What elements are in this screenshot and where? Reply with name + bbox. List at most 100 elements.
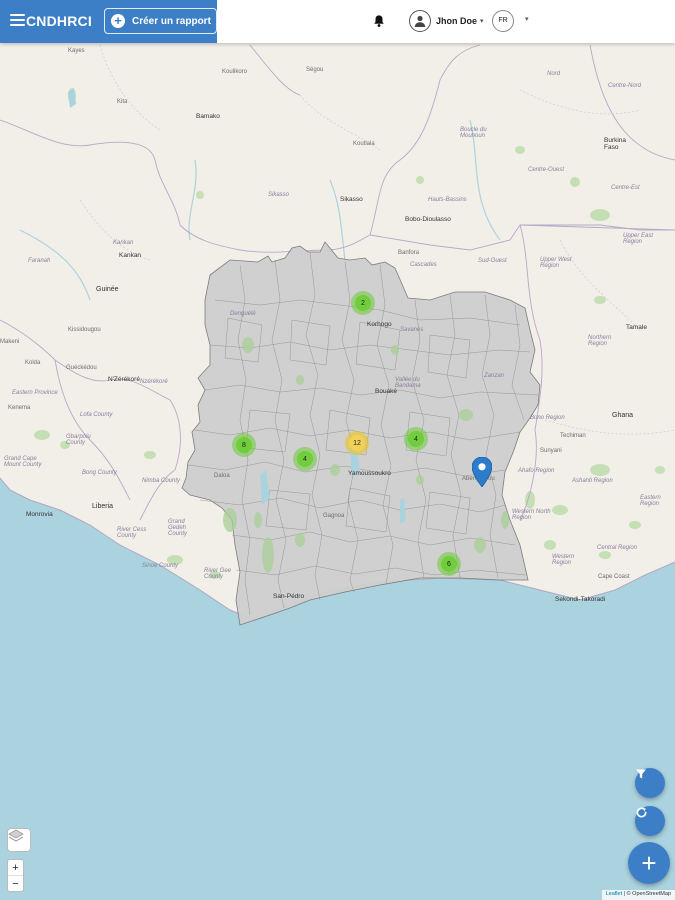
map-label: Kenema [8, 405, 31, 411]
top-bar: CNDHRCI + Créer un rapport Jhon Doe ▾ FR… [0, 0, 675, 43]
map-label: Sikasso [340, 196, 363, 203]
map-label: Centre-Nord [608, 83, 642, 89]
map-label: Kayes [68, 48, 85, 54]
cluster-east[interactable]: 4 [404, 427, 428, 451]
brand-name[interactable]: CNDHRCI [26, 13, 92, 29]
cluster-count: 6 [441, 556, 457, 572]
map-label: Bamako [196, 113, 220, 120]
map-label: Gbarpolu County [66, 434, 91, 446]
create-report-button[interactable]: + Créer un rapport [104, 8, 217, 34]
chevron-down-icon[interactable]: ▾ [525, 15, 529, 23]
map-label: Bono Region [530, 415, 565, 421]
cluster-korhogo[interactable]: 2 [351, 291, 375, 315]
zoom-out-button[interactable]: − [8, 876, 23, 892]
map-label: Zanzan [484, 373, 505, 379]
map-label: Liberia [92, 503, 114, 510]
map-label: Bong County [82, 470, 117, 476]
map-label: Upper East Region [623, 233, 654, 245]
map-label: Hauts-Bassins [428, 197, 467, 203]
user-name: Jhon Doe [436, 16, 478, 26]
map-label: San-Pédro [273, 593, 305, 600]
map-label: Koulikoro [222, 69, 248, 75]
map-label: Makeni [0, 339, 20, 345]
map-label: Faranah [28, 258, 51, 264]
map-label: Kankan [119, 252, 142, 259]
map-label: Sunyani [540, 448, 562, 454]
map-label: Kissidougou [68, 327, 101, 333]
map-label: Central Region [597, 545, 638, 551]
map-label: Savanes [400, 327, 424, 333]
cluster-count: 12 [349, 435, 365, 451]
add-button[interactable]: + [628, 842, 670, 884]
map-label: Eastern Province [12, 390, 58, 396]
user-menu[interactable]: Jhon Doe ▾ [409, 10, 484, 32]
map-label: Nord [547, 71, 561, 77]
cluster-daloa[interactable]: 4 [293, 447, 317, 471]
language-selector[interactable]: FR [492, 10, 514, 32]
map-label: Sikasso [268, 192, 290, 198]
map-label: Centre-Est [611, 185, 640, 191]
layers-icon [8, 829, 24, 842]
map-label: Yamoussoukro [348, 470, 391, 477]
cluster-count: 4 [408, 431, 424, 447]
map-label: Cape Coast [598, 574, 630, 580]
brand-area: CNDHRCI + Créer un rapport [0, 0, 217, 43]
map-attribution: Leaflet | © OpenStreetMap [601, 890, 675, 900]
map-label: Eastern Region [640, 495, 661, 507]
map-label: Ghana [612, 412, 634, 419]
map-label: Kankan [113, 240, 134, 246]
map-container[interactable]: Kayes Kita Koulikoro Ségou Bamako Nord C… [0, 43, 675, 900]
map-label: Denguélé [230, 311, 256, 317]
map-label: Vallée du Bandama [395, 377, 421, 389]
leaflet-link[interactable]: Leaflet [606, 891, 623, 897]
map-label: Western Region [552, 554, 575, 566]
map-label: Sinoe County [142, 563, 179, 569]
cluster-yamoussoukro[interactable]: 12 [345, 431, 369, 455]
map-label: Koutiala [353, 141, 375, 147]
map-label: Lofa County [80, 412, 113, 418]
map-label: Nimba County [142, 478, 181, 484]
map-label: Bouaké [375, 388, 398, 395]
map-label: Ségou [306, 67, 324, 73]
chevron-down-icon: ▾ [480, 18, 484, 25]
map-label: Kita [117, 99, 128, 105]
map-label: Techiman [560, 433, 586, 439]
map-label: Banfora [398, 250, 420, 256]
cluster-count: 4 [297, 451, 313, 467]
map-label: Tamale [626, 324, 647, 331]
cluster-man[interactable]: 8 [232, 433, 256, 457]
map-label: River Cess County [117, 527, 147, 539]
map-label: N'Zérékoré [108, 376, 140, 383]
cluster-abidjan[interactable]: 6 [437, 552, 461, 576]
cluster-count: 2 [355, 295, 371, 311]
map-label: Boucle du Mouhoun [460, 127, 487, 139]
map-label: Sekondi-Takoradi [555, 596, 606, 603]
map-label: Guinée [96, 286, 119, 293]
map-label: Burkina Faso [604, 137, 627, 151]
zoom-in-button[interactable]: + [8, 860, 23, 876]
map-label: Upper West Region [540, 257, 572, 269]
refresh-button[interactable] [635, 806, 665, 836]
map-label: River Gee County [204, 568, 232, 580]
map-label: Guéckédou [66, 365, 97, 371]
map-label: Nzérékoré [140, 379, 168, 385]
zoom-control: + − [7, 859, 24, 892]
map-pin-icon[interactable] [472, 457, 492, 487]
map-label: Bobo-Dioulasso [405, 216, 451, 223]
layers-control[interactable] [7, 828, 31, 852]
create-report-label: Créer un rapport [132, 15, 211, 27]
map-label: Northern Region [588, 335, 612, 347]
osm-attribution[interactable]: | © OpenStreetMap [624, 891, 671, 897]
filter-button[interactable] [635, 768, 665, 798]
map-label: Ahafo Region [518, 468, 555, 474]
map-label: Gagnoa [323, 513, 345, 519]
map-label: Grand Gedeh County [168, 519, 188, 537]
map-label: Western North Region [512, 509, 551, 521]
map-label: Sud-Ouest [478, 258, 507, 264]
menu-icon[interactable] [10, 14, 25, 26]
map-label: Daloa [214, 473, 230, 479]
map-label: Centre-Ouest [528, 167, 565, 173]
bell-icon[interactable] [372, 14, 386, 28]
map-label: Monrovia [26, 511, 53, 518]
map-label: Ashanti Region [572, 478, 613, 484]
